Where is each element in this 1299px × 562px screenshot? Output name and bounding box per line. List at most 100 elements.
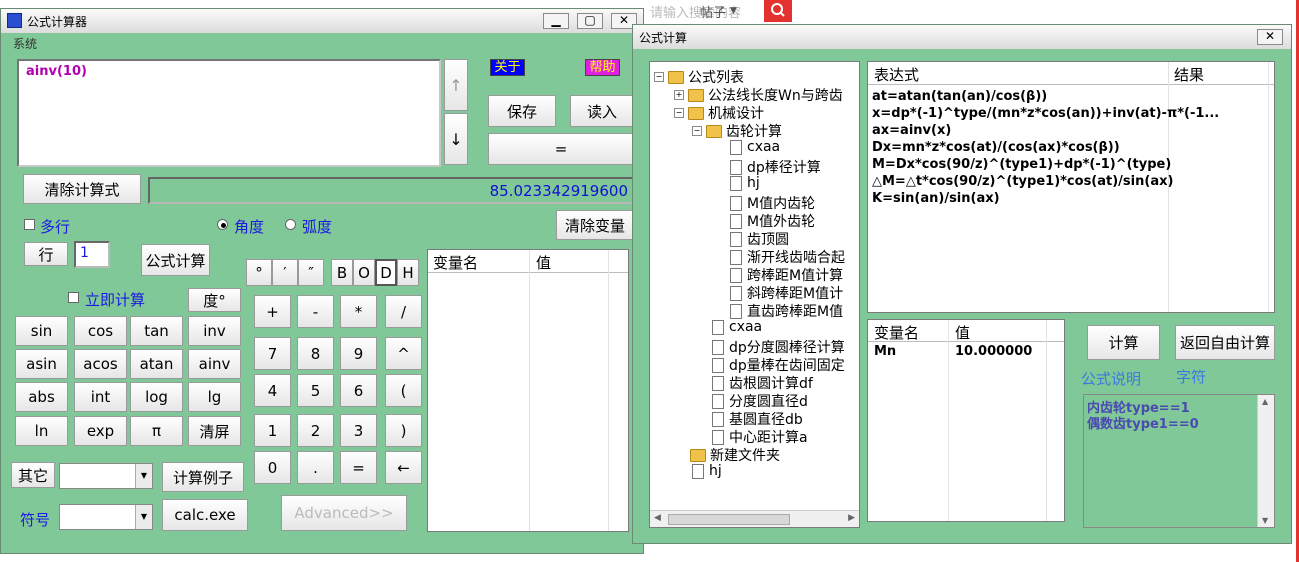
key-divide[interactable]: / bbox=[385, 295, 422, 328]
minimize-button[interactable]: ▁ bbox=[543, 13, 569, 29]
equals-wide-button[interactable]: = bbox=[488, 133, 634, 165]
key-minus[interactable]: - bbox=[297, 295, 334, 328]
key-8[interactable]: 8 bbox=[297, 337, 334, 370]
tree-node[interactable]: − 齿轮计算 bbox=[692, 121, 782, 141]
key-ln[interactable]: ln bbox=[15, 416, 68, 446]
table-row[interactable]: △M=△t*cos(90/z)^(type1)*cos(at)/sin(ax) bbox=[872, 174, 1173, 189]
key-close-paren[interactable]: ) bbox=[385, 414, 422, 447]
key-pi[interactable]: π bbox=[130, 416, 183, 446]
tree-leaf[interactable]: hj bbox=[692, 463, 722, 479]
scroll-down-button[interactable]: ↓ bbox=[444, 113, 468, 165]
tree-leaf[interactable]: dp分度圆棒径计算 bbox=[712, 337, 845, 357]
key-log[interactable]: log bbox=[130, 382, 183, 412]
key-5[interactable]: 5 bbox=[297, 374, 334, 407]
tree-leaf[interactable]: dp量棒在齿间固定 bbox=[712, 355, 845, 375]
notes-vscrollbar[interactable]: ▲ ▼ bbox=[1257, 395, 1274, 527]
advanced-button[interactable]: Advanced>> bbox=[281, 495, 407, 531]
other-combo[interactable]: ▼ bbox=[59, 463, 153, 489]
tree-leaf[interactable]: M值内齿轮 bbox=[730, 193, 815, 213]
key-lg[interactable]: lg bbox=[188, 382, 241, 412]
tree-leaf[interactable]: 直齿跨棒距M值 bbox=[730, 301, 843, 321]
key-ainv[interactable]: ainv bbox=[188, 349, 241, 379]
key-minute-symbol[interactable]: ′ bbox=[272, 259, 298, 286]
scroll-thumb[interactable] bbox=[668, 514, 790, 525]
key-tan[interactable]: tan bbox=[130, 316, 183, 346]
tree-node[interactable]: + 公法线长度Wn与跨齿 bbox=[674, 85, 843, 105]
key-abs[interactable]: abs bbox=[15, 382, 68, 412]
calculate-button[interactable]: 计算 bbox=[1087, 325, 1160, 360]
tree-node[interactable]: 新建文件夹 bbox=[690, 445, 780, 465]
table-row[interactable]: ax=ainv(x) bbox=[872, 123, 951, 138]
help-button[interactable]: 帮助 bbox=[585, 59, 620, 76]
row-input[interactable]: 1 bbox=[74, 241, 110, 268]
symbol-combo[interactable]: ▼ bbox=[59, 504, 153, 530]
key-4[interactable]: 4 bbox=[254, 374, 291, 407]
back-to-free-calc-button[interactable]: 返回自由计算 bbox=[1175, 325, 1275, 360]
background-search-button[interactable] bbox=[764, 0, 792, 22]
key-acos[interactable]: acos bbox=[74, 349, 127, 379]
instant-calc-checkbox[interactable] bbox=[68, 292, 79, 303]
tree-leaf[interactable]: 跨棒距M值计算 bbox=[730, 265, 843, 285]
key-6[interactable]: 6 bbox=[340, 374, 377, 407]
background-scope-select[interactable]: 帖子 ▼ bbox=[700, 0, 758, 22]
key-exp[interactable]: exp bbox=[74, 416, 127, 446]
key-plus[interactable]: + bbox=[254, 295, 291, 328]
tree-leaf[interactable]: dp棒径计算 bbox=[730, 157, 821, 177]
key-3[interactable]: 3 bbox=[340, 414, 377, 447]
key-base-b[interactable]: B bbox=[331, 259, 353, 286]
degree-button[interactable]: 度° bbox=[188, 288, 241, 312]
scroll-up-button[interactable]: ↑ bbox=[444, 59, 468, 111]
table-row[interactable]: at=atan(tan(an)/cos(β)) bbox=[872, 89, 1047, 104]
tree-node[interactable]: − 机械设计 bbox=[674, 103, 764, 123]
tree-leaf[interactable]: 基圆直径db bbox=[712, 409, 803, 429]
key-backspace[interactable]: ← bbox=[385, 451, 422, 484]
multi-row-checkbox[interactable] bbox=[24, 219, 35, 230]
formula-close-button[interactable]: ✕ bbox=[1257, 29, 1283, 45]
radian-radio[interactable] bbox=[285, 219, 296, 230]
key-atan[interactable]: atan bbox=[130, 349, 183, 379]
key-multiply[interactable]: * bbox=[340, 295, 377, 328]
key-open-paren[interactable]: ( bbox=[385, 374, 422, 407]
table-row[interactable]: Mn 10.000000 bbox=[868, 344, 1064, 361]
tree-leaf[interactable]: 斜跨棒距M值计 bbox=[730, 283, 843, 303]
key-degree-symbol[interactable]: ° bbox=[246, 259, 272, 286]
table-row[interactable]: x=dp*(-1)^type/(mn*z*cos(an))+inv(at)-π*… bbox=[872, 106, 1219, 121]
key-asin[interactable]: asin bbox=[15, 349, 68, 379]
key-cos[interactable]: cos bbox=[74, 316, 127, 346]
key-power[interactable]: ^ bbox=[385, 337, 422, 370]
key-2[interactable]: 2 bbox=[297, 414, 334, 447]
tree-hscrollbar[interactable]: ◀ ▶ bbox=[650, 510, 859, 527]
key-second-symbol[interactable]: ″ bbox=[298, 259, 324, 286]
key-1[interactable]: 1 bbox=[254, 414, 291, 447]
key-clear-screen[interactable]: 清屏 bbox=[188, 416, 241, 446]
clear-vars-button[interactable]: 清除变量 bbox=[556, 210, 634, 240]
calc-variable-table[interactable]: 变量名 值 bbox=[427, 249, 629, 532]
clear-formula-button[interactable]: 清除计算式 bbox=[23, 174, 141, 204]
key-int[interactable]: int bbox=[74, 382, 127, 412]
save-button[interactable]: 保存 bbox=[488, 95, 556, 127]
key-sin[interactable]: sin bbox=[15, 316, 68, 346]
menu-system[interactable]: 系统 bbox=[13, 35, 37, 52]
calcexe-button[interactable]: calc.exe bbox=[162, 499, 248, 531]
tree-leaf[interactable]: 分度圆直径d bbox=[712, 391, 808, 411]
tree-leaf[interactable]: hj bbox=[730, 175, 760, 191]
table-row[interactable]: M=Dx*cos(90/z)^(type1)+dp*(-1)^(type) bbox=[872, 157, 1171, 172]
expression-box[interactable]: ainv(10) bbox=[17, 59, 441, 167]
key-base-o[interactable]: O bbox=[353, 259, 375, 286]
expression-table[interactable]: 表达式 结果 at=atan(tan(an)/cos(β)) x=dp*(-1)… bbox=[867, 61, 1275, 313]
example-button[interactable]: 计算例子 bbox=[162, 462, 244, 492]
formula-variable-table[interactable]: 变量名 值 Mn 10.000000 bbox=[867, 319, 1065, 522]
key-inv[interactable]: inv bbox=[188, 316, 241, 346]
tree-leaf[interactable]: 中心距计算a bbox=[712, 427, 808, 447]
key-7[interactable]: 7 bbox=[254, 337, 291, 370]
formula-tree[interactable]: − 公式列表 + 公法线长度Wn与跨齿 − 机械设计 − 齿轮计算 cxaa dp棒径计… bbox=[649, 61, 860, 528]
formula-calc-button[interactable]: 公式计算 bbox=[141, 244, 210, 276]
other-button[interactable]: 其它 bbox=[11, 462, 55, 488]
tree-leaf[interactable]: cxaa bbox=[712, 319, 762, 335]
key-base-d[interactable]: D bbox=[375, 259, 397, 286]
table-row[interactable]: K=sin(an)/sin(ax) bbox=[872, 191, 1000, 206]
tree-leaf[interactable]: 齿顶圆 bbox=[730, 229, 789, 249]
tree-leaf[interactable]: M值外齿轮 bbox=[730, 211, 815, 231]
key-base-h[interactable]: H bbox=[397, 259, 419, 286]
tree-node[interactable]: − 公式列表 bbox=[654, 67, 744, 87]
